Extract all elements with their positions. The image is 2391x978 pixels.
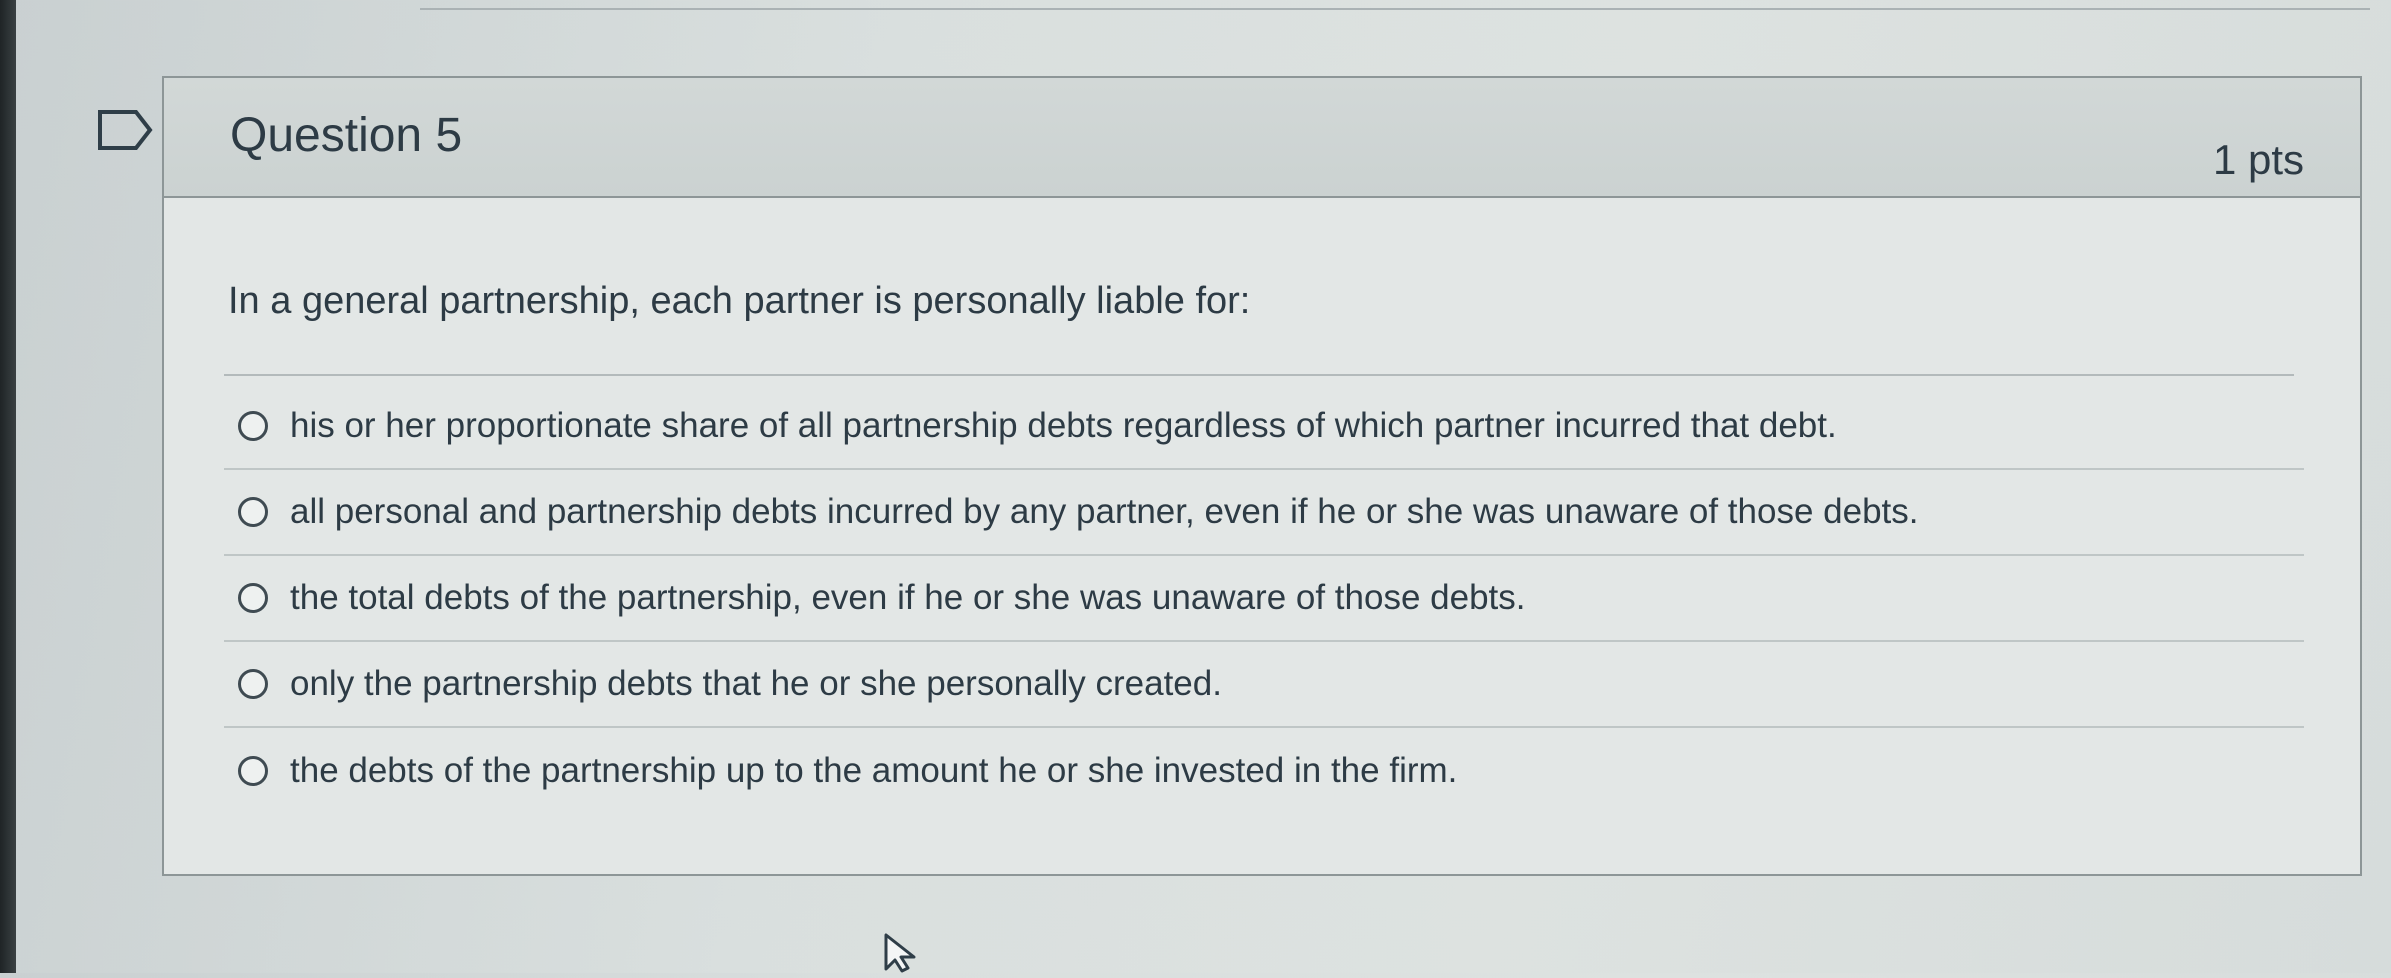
answer-label[interactable]: his or her proportionate share of all pa… bbox=[290, 406, 1837, 446]
answer-option[interactable]: the total debts of the partnership, even… bbox=[224, 556, 2304, 642]
flag-question-icon[interactable] bbox=[96, 108, 156, 152]
question-title: Question 5 bbox=[230, 109, 463, 162]
mouse-pointer-icon bbox=[882, 933, 922, 973]
radio-button[interactable] bbox=[238, 583, 268, 613]
page-divider bbox=[420, 8, 2370, 10]
answer-label[interactable]: the debts of the partnership up to the a… bbox=[290, 751, 1457, 791]
answer-label[interactable]: the total debts of the partnership, even… bbox=[290, 578, 1526, 618]
radio-button[interactable] bbox=[238, 669, 268, 699]
question-points: 1 pts bbox=[2212, 136, 2304, 183]
answer-option[interactable]: his or her proportionate share of all pa… bbox=[224, 384, 2304, 470]
question-header: Question 5 1 pts bbox=[164, 78, 2360, 198]
answer-option[interactable]: all personal and partnership debts incur… bbox=[224, 470, 2304, 556]
question-prompt: In a general partnership, each partner i… bbox=[228, 280, 1251, 322]
answer-label[interactable]: all personal and partnership debts incur… bbox=[290, 492, 1919, 532]
answer-option[interactable]: only the partnership debts that he or sh… bbox=[224, 642, 2304, 728]
prompt-divider bbox=[224, 374, 2294, 376]
answer-list: his or her proportionate share of all pa… bbox=[224, 384, 2304, 814]
screen-edge bbox=[0, 0, 16, 973]
question-card: Question 5 1 pts In a general partnershi… bbox=[162, 76, 2362, 876]
answer-label[interactable]: only the partnership debts that he or sh… bbox=[290, 664, 1222, 704]
answer-option[interactable]: the debts of the partnership up to the a… bbox=[224, 728, 2304, 814]
radio-button[interactable] bbox=[238, 756, 268, 786]
radio-button[interactable] bbox=[238, 497, 268, 527]
radio-button[interactable] bbox=[238, 411, 268, 441]
